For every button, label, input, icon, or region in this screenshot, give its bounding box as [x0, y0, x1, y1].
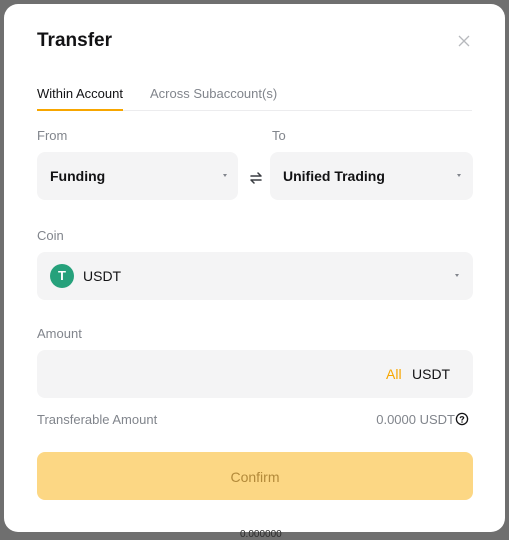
- transfer-tabs: Within Account Across Subaccount(s): [37, 86, 472, 111]
- transfer-dialog: Transfer Within Account Across Subaccoun…: [4, 4, 505, 532]
- confirm-button[interactable]: Confirm: [37, 452, 473, 500]
- dialog-title: Transfer: [37, 30, 112, 51]
- usdt-coin-icon: T: [50, 264, 74, 288]
- amount-unit: USDT: [412, 366, 451, 382]
- tab-across-subaccounts[interactable]: Across Subaccount(s): [150, 86, 277, 110]
- transferable-amount-label: Transferable Amount: [37, 412, 158, 427]
- from-label: From: [37, 128, 68, 143]
- coin-label: Coin: [37, 228, 64, 243]
- coin-select[interactable]: T USDT: [37, 252, 473, 300]
- amount-label: Amount: [37, 326, 82, 341]
- to-account-value: Unified Trading: [283, 168, 385, 184]
- chevron-down-icon: [223, 174, 227, 177]
- coin-value: USDT: [83, 268, 122, 284]
- background-text: 0.000000: [240, 529, 282, 540]
- amount-field: All USDT: [37, 350, 473, 398]
- all-button[interactable]: All: [386, 366, 402, 382]
- to-account-select[interactable]: Unified Trading: [270, 152, 473, 200]
- transferable-amount-value: 0.0000 USDT: [376, 412, 455, 427]
- close-icon[interactable]: [455, 32, 473, 50]
- chevron-down-icon: [457, 174, 461, 177]
- from-account-select[interactable]: Funding: [37, 152, 238, 200]
- to-label: To: [272, 128, 286, 143]
- help-circle-icon[interactable]: [455, 412, 469, 426]
- amount-input[interactable]: [49, 362, 353, 388]
- from-account-value: Funding: [50, 168, 106, 184]
- tab-within-account[interactable]: Within Account: [37, 86, 123, 111]
- swap-arrows-icon[interactable]: [245, 167, 267, 189]
- chevron-down-icon: [455, 274, 459, 277]
